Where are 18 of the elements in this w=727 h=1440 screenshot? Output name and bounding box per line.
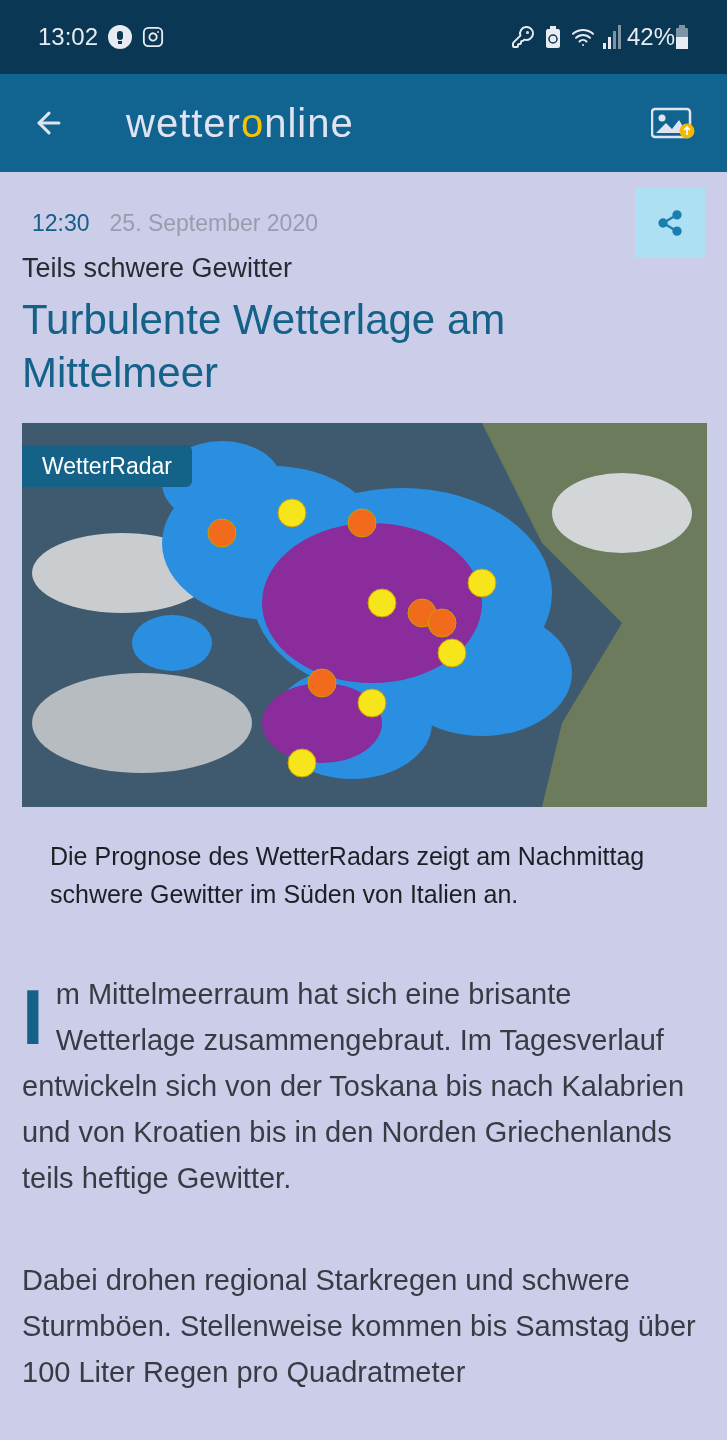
wetteronline-logo: wetteronline xyxy=(126,103,354,143)
share-icon xyxy=(656,209,684,237)
drop-cap: I xyxy=(22,976,44,1057)
battery-percentage: 42% xyxy=(626,22,675,52)
instagram-icon xyxy=(142,26,165,48)
battery-saver-icon xyxy=(544,26,561,48)
article-kicker: Teils schwere Gewitter xyxy=(22,252,294,285)
article-time: 12:30 xyxy=(32,208,90,238)
radar-label: WetterRadar xyxy=(22,444,192,487)
image-caption: Die Prognose des WetterRadars zeigt am Nachmittag schwere Gewitter im Süden von Italien an. xyxy=(49,840,646,910)
battery-charging-icon xyxy=(675,25,689,49)
article-date: 25. September 2020 xyxy=(109,208,318,238)
image-upload-button[interactable] xyxy=(651,105,695,141)
article-title: Turbulente Wetterlage am Mittelmeer xyxy=(22,294,507,398)
article-paragraph: Dabei drohen regional Starkregen und schwere Sturmböen. Stellenweise kommen bis Samstag über 100 Liter Regen pro Quadratmeter xyxy=(22,1262,697,1390)
status-time: 13:02 xyxy=(38,22,99,52)
key-icon xyxy=(510,25,535,49)
share-button[interactable] xyxy=(635,188,705,258)
